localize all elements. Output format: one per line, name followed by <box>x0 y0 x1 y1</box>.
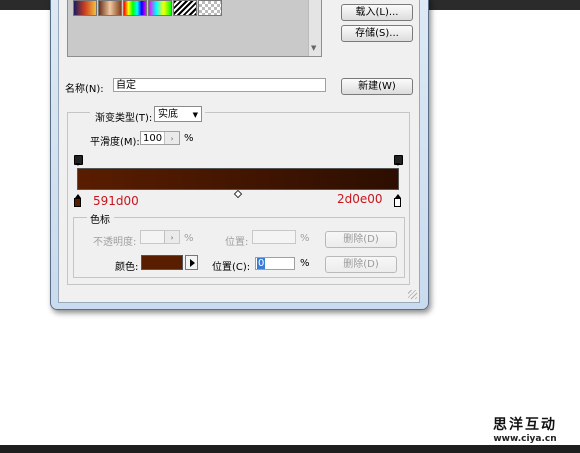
location-unit: % <box>300 258 310 269</box>
opacity-location-unit: % <box>300 233 310 244</box>
preset-scrollbar[interactable]: ▼ <box>308 0 321 56</box>
group-border <box>67 112 68 284</box>
preset-swatch[interactable] <box>198 0 222 16</box>
opacity-location-label: 位置: <box>225 237 249 248</box>
group-border <box>409 112 410 284</box>
opacity-stop-left[interactable] <box>74 155 83 166</box>
right-hex-annotation: 2d0e00 <box>337 192 383 206</box>
gradient-type-select[interactable]: 实底 ▼ <box>154 106 202 122</box>
save-button[interactable]: 存储(S)... <box>341 25 413 42</box>
smoothness-input[interactable]: 100 › <box>140 131 180 145</box>
preset-swatch[interactable] <box>98 0 122 16</box>
resize-grip-icon[interactable] <box>408 290 417 299</box>
gradient-type-value: 实底 <box>158 109 178 120</box>
watermark-title: 思洋互动 <box>493 417 557 433</box>
new-button[interactable]: 新建(W) <box>341 78 413 95</box>
load-button[interactable]: 载入(L)... <box>341 4 413 21</box>
opacity-unit: % <box>184 233 194 244</box>
color-stop-left[interactable] <box>74 194 81 207</box>
group-border <box>67 284 410 285</box>
location-label: 位置(C): <box>212 262 251 273</box>
opacity-stop-right[interactable] <box>394 155 403 166</box>
color-menu-arrow-icon[interactable] <box>185 255 198 270</box>
name-label: 名称(N): <box>65 84 104 95</box>
group-border <box>73 217 87 218</box>
group-border <box>404 217 405 278</box>
watermark-url: www.ciya.cn <box>493 434 557 444</box>
location-input[interactable]: 0 <box>255 257 295 270</box>
opacity-label: 不透明度: <box>93 237 137 248</box>
stepper-arrow-icon: › <box>164 231 179 243</box>
gradient-preview-bar[interactable] <box>77 168 399 190</box>
group-border <box>73 217 74 278</box>
scroll-down-icon[interactable]: ▼ <box>311 44 316 52</box>
preset-swatch[interactable] <box>173 0 197 16</box>
preset-list[interactable]: ▼ <box>67 0 322 57</box>
group-border <box>205 112 410 113</box>
delete-color-stop-button: 删除(D) <box>325 256 397 273</box>
watermark-logo: 思洋互动 www.ciya.cn <box>475 414 575 444</box>
opacity-input: › <box>140 230 180 244</box>
smoothness-value: 100 <box>143 133 163 144</box>
location-value: 0 <box>257 258 266 269</box>
chevron-down-icon: ▼ <box>192 111 198 119</box>
name-input[interactable]: 自定 <box>113 78 326 92</box>
smoothness-label: 平滑度(M): <box>90 137 140 148</box>
preset-swatch[interactable] <box>148 0 172 16</box>
stepper-arrow-icon[interactable]: › <box>164 132 179 144</box>
preset-swatch[interactable] <box>73 0 97 16</box>
color-stop-right[interactable] <box>394 194 401 207</box>
stops-group-title: 色标 <box>90 215 110 226</box>
smoothness-unit: % <box>184 133 194 144</box>
stop-color-swatch[interactable] <box>141 255 183 270</box>
group-border <box>73 277 405 278</box>
preset-swatch[interactable] <box>123 0 147 16</box>
gradient-type-label: 渐变类型(T): <box>95 113 153 124</box>
group-border <box>67 112 90 113</box>
group-border <box>114 217 405 218</box>
delete-opacity-stop-button: 删除(D) <box>325 231 397 248</box>
left-hex-annotation: 591d00 <box>93 194 139 208</box>
opacity-location-input <box>252 230 296 244</box>
color-label: 颜色: <box>115 262 139 273</box>
background-bottom-bar <box>0 445 580 453</box>
